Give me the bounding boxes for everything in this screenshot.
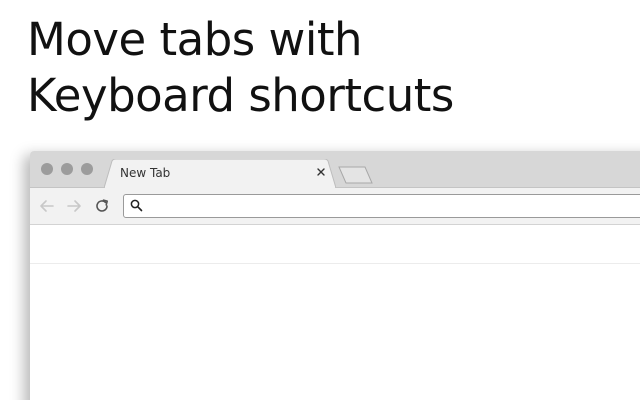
new-tab-icon[interactable] — [338, 166, 374, 184]
headline-line-1: Move tabs with — [27, 13, 362, 66]
arrow-left-icon[interactable] — [38, 197, 56, 215]
headline-line-2: Keyboard shortcuts — [27, 69, 454, 122]
page-content — [30, 264, 640, 400]
browser-toolbar — [30, 188, 640, 225]
arrow-right-icon[interactable] — [65, 197, 83, 215]
tab-title: New Tab — [120, 166, 171, 180]
reload-icon[interactable] — [93, 197, 111, 215]
search-icon — [130, 199, 143, 212]
window-minimize-button[interactable] — [61, 163, 73, 175]
omnibox-input[interactable] — [150, 197, 640, 213]
browser-titlebar: New Tab — [30, 151, 640, 188]
window-close-button[interactable] — [41, 163, 53, 175]
browser-window: New Tab — [30, 151, 640, 400]
tab-new-tab[interactable]: New Tab — [104, 159, 336, 188]
promo-screenshot: Move tabs with Keyboard shortcuts New Ta… — [0, 0, 640, 400]
window-zoom-button[interactable] — [81, 163, 93, 175]
omnibox[interactable] — [123, 194, 640, 218]
bookmarks-bar — [30, 225, 640, 264]
headline: Move tabs with Keyboard shortcuts — [27, 12, 454, 124]
close-icon[interactable] — [314, 165, 328, 179]
